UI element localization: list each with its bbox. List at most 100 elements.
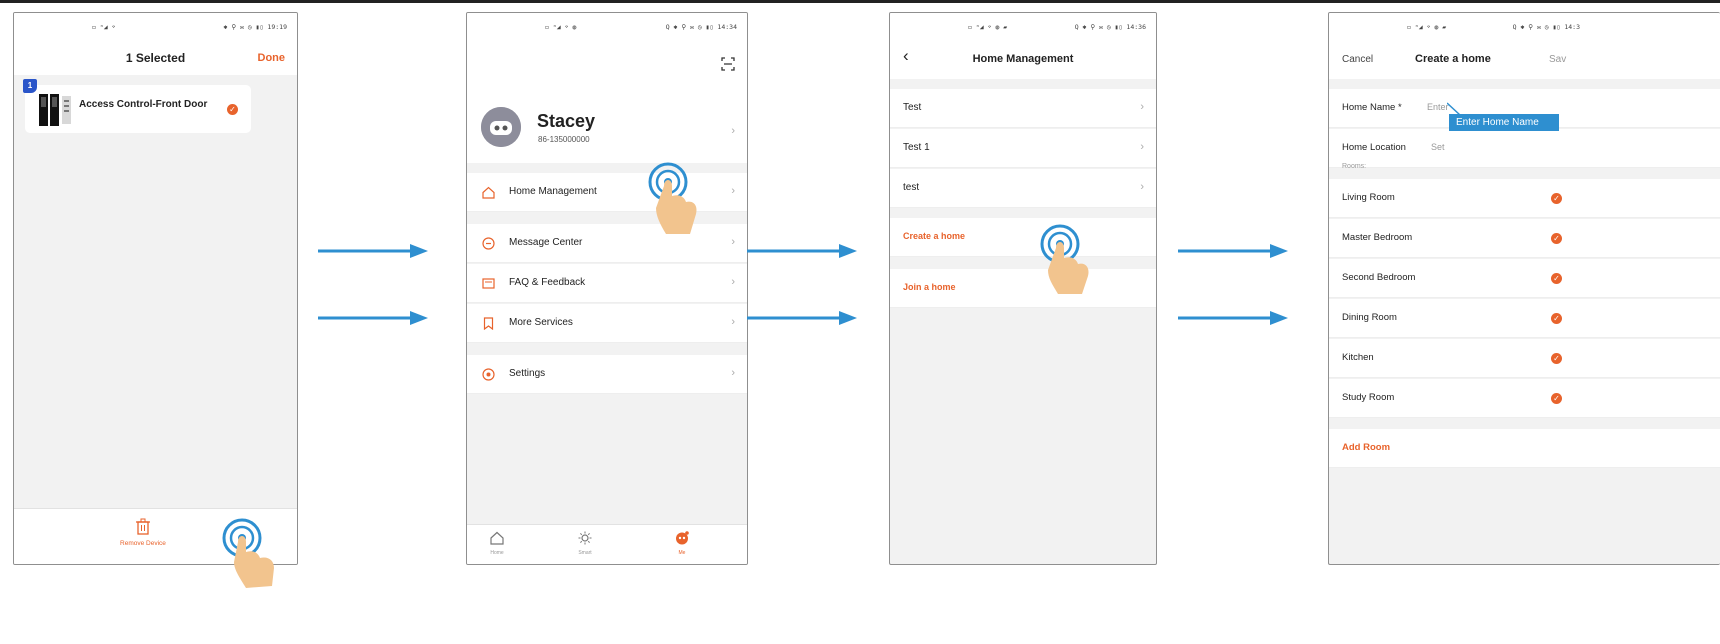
menu-item-settings[interactable]: Settings › (467, 355, 747, 394)
tab-label: Home (490, 550, 504, 556)
status-left: ▭ ⁿ◢ ⌔ (92, 23, 116, 31)
selection-count-badge: 1 (23, 79, 37, 93)
status-left: ▭ ⁿ◢ ⌔ ◍ ▰ (968, 23, 1008, 31)
arrow-right-icon (747, 311, 857, 325)
user-phone: 86-135000000 (538, 135, 590, 144)
device-card[interactable]: 1 Access Control-Front Door ✓ (23, 79, 251, 133)
home-location-row[interactable]: Home Location Set (1329, 129, 1720, 168)
arrow-right-icon (318, 244, 428, 258)
check-icon[interactable]: ✓ (1551, 393, 1562, 404)
status-left: ▭ ⁿ◢ ⌔ ◍ ▰ (1407, 23, 1447, 31)
bottom-tab-bar: Home Smart Me (467, 524, 747, 564)
room-item[interactable]: Second Bedroom ✓ (1329, 259, 1720, 298)
rooms-header: Rooms: (1342, 163, 1367, 170)
cancel-button[interactable]: Cancel (1342, 54, 1373, 65)
room-item[interactable]: Dining Room ✓ (1329, 299, 1720, 338)
scan-icon[interactable] (721, 57, 735, 71)
arrow-right-icon (747, 244, 857, 258)
home-list-item[interactable]: Test › (890, 89, 1156, 128)
top-rule (0, 0, 1720, 3)
avatar[interactable] (481, 107, 521, 147)
arrow-right-icon (318, 311, 428, 325)
chevron-right-icon: › (731, 185, 735, 197)
page-title: 1 Selected (125, 51, 186, 65)
user-name: Stacey (537, 111, 596, 131)
bookmark-icon (483, 317, 494, 330)
tab-home[interactable]: Home (477, 531, 517, 556)
chevron-right-icon: › (731, 276, 735, 288)
menu-item-label: Home Management (509, 186, 597, 197)
phone-screen-create-home: ▭ ⁿ◢ ⌔ ◍ ▰ Q ✱ ⚲ ✉ ◷ ▮▯ 14:3 Cancel Crea… (1328, 12, 1720, 565)
create-home-label: Create a home (903, 231, 966, 241)
home-icon (482, 186, 495, 199)
room-name: Kitchen (1342, 352, 1374, 363)
chevron-right-icon: › (1140, 181, 1144, 193)
tab-smart[interactable]: Smart (565, 531, 605, 556)
status-bar: ▭ ⁿ◢ ⌔ ◍ Q ✱ ⚲ ✉ ◷ ▮▯ 14:34 (467, 13, 747, 39)
room-item[interactable]: Study Room ✓ (1329, 379, 1720, 418)
arrow-right-icon (1178, 244, 1288, 258)
access-control-device-icon (39, 94, 71, 126)
menu-item-faq-feedback[interactable]: FAQ & Feedback › (467, 264, 747, 303)
message-icon (482, 237, 495, 250)
room-name: Dining Room (1342, 312, 1397, 323)
menu-item-label: FAQ & Feedback (509, 277, 586, 288)
status-right: Q ✱ ⚲ ✉ ◷ ▮▯ 14:3 (1512, 23, 1580, 31)
home-list-item[interactable]: test › (890, 169, 1156, 208)
join-home-label: Join a home (903, 282, 956, 292)
tab-me[interactable]: Me (662, 531, 702, 556)
sun-icon (578, 531, 592, 545)
arrow-right-icon (1178, 311, 1288, 325)
home-name-input[interactable]: Enter (1427, 102, 1449, 112)
home-location-label: Home Location (1342, 142, 1406, 153)
menu-item-label: Message Center (509, 237, 583, 248)
trash-icon[interactable] (133, 518, 153, 536)
menu-item-label: More Services (509, 317, 573, 328)
check-icon[interactable]: ✓ (1551, 313, 1562, 324)
status-right: Q ✱ ⚲ ✉ ◷ ▮▯ 14:36 (1074, 23, 1146, 31)
settings-icon (482, 368, 495, 381)
chevron-right-icon: › (1140, 141, 1144, 153)
header-bar: Cancel Create a home Sav (1329, 39, 1720, 79)
check-icon[interactable]: ✓ (1551, 193, 1562, 204)
room-item[interactable]: Kitchen ✓ (1329, 339, 1720, 378)
save-button[interactable]: Sav (1549, 54, 1566, 65)
room-item[interactable]: Master Bedroom ✓ (1329, 219, 1720, 258)
room-item[interactable]: Living Room ✓ (1329, 179, 1720, 218)
device-name: Access Control-Front Door (79, 99, 208, 110)
tab-label: Smart (578, 550, 592, 556)
header-bar: ‹ Home Management (890, 39, 1156, 79)
home-name: Test (903, 102, 922, 113)
room-name: Master Bedroom (1342, 232, 1413, 243)
check-icon[interactable]: ✓ (1551, 233, 1562, 244)
status-bar: ▭ ⁿ◢ ⌔ ✱ ⚲ ✉ ◷ ▮▯ 19:19 (14, 13, 297, 39)
menu-item-more-services[interactable]: More Services › (467, 304, 747, 343)
status-right: ✱ ⚲ ✉ ◷ ▮▯ 19:19 (223, 23, 287, 31)
done-button[interactable]: Done (258, 52, 286, 64)
tap-hand-icon (222, 518, 274, 588)
status-bar: ▭ ⁿ◢ ⌔ ◍ ▰ Q ✱ ⚲ ✉ ◷ ▮▯ 14:3 (1329, 13, 1720, 39)
home-tab-icon (490, 531, 504, 545)
check-icon[interactable]: ✓ (1551, 273, 1562, 284)
feedback-icon (482, 278, 495, 289)
tap-hand-icon (648, 162, 697, 234)
check-icon[interactable]: ✓ (227, 104, 238, 115)
tab-label: Me (678, 550, 686, 556)
check-icon[interactable]: ✓ (1551, 353, 1562, 364)
home-name: test (903, 182, 920, 193)
me-icon (676, 531, 689, 545)
menu-item-label: Settings (509, 368, 546, 379)
room-name: Second Bedroom (1342, 272, 1416, 283)
chevron-right-icon[interactable]: › (731, 125, 735, 137)
add-room-button[interactable]: Add Room (1329, 429, 1720, 468)
phone-screen-me: ▭ ⁿ◢ ⌔ ◍ Q ✱ ⚲ ✉ ◷ ▮▯ 14:34 Stacey 86-13… (466, 12, 748, 565)
room-name: Study Room (1342, 392, 1395, 403)
home-list-item[interactable]: Test 1 › (890, 129, 1156, 168)
chevron-right-icon: › (731, 367, 735, 379)
profile-section: Stacey 86-135000000 › (467, 39, 747, 163)
robot-avatar-icon (481, 107, 521, 147)
status-bar: ▭ ⁿ◢ ⌔ ◍ ▰ Q ✱ ⚲ ✉ ◷ ▮▯ 14:36 (890, 13, 1156, 39)
page-title: Home Management (972, 53, 1074, 65)
tap-hand-icon (1040, 224, 1089, 294)
page-title: Create a home (1415, 53, 1491, 65)
